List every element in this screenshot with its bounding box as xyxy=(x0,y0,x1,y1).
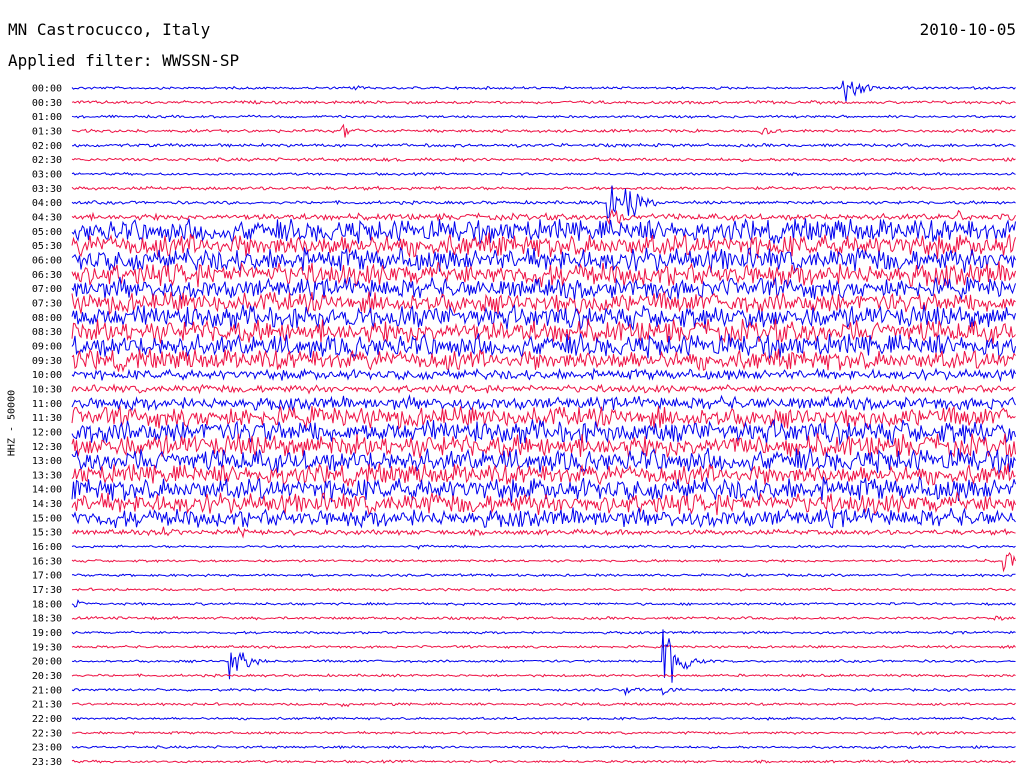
row-time-label: 08:00 xyxy=(32,313,62,324)
trace-line xyxy=(71,673,1016,678)
trace-line xyxy=(71,156,1016,163)
trace-line xyxy=(71,208,1016,226)
row-time-label: 22:00 xyxy=(32,714,62,725)
trace-line xyxy=(71,383,1016,395)
row-time-label: 07:00 xyxy=(32,284,62,295)
row-time-label: 10:30 xyxy=(32,384,62,395)
trace-line xyxy=(72,730,1016,736)
trace-line xyxy=(71,687,1016,697)
row-time-label: 10:00 xyxy=(32,370,62,381)
trace-line xyxy=(71,114,1016,119)
row-time-label: 20:30 xyxy=(32,671,62,682)
row-time-label: 12:00 xyxy=(32,427,62,438)
row-time-label: 03:30 xyxy=(32,184,62,195)
row-time-label: 01:00 xyxy=(32,112,62,123)
row-time-label: 14:30 xyxy=(32,499,62,510)
trace-line xyxy=(71,644,1016,650)
row-time-label: 18:30 xyxy=(32,614,62,625)
trace-line xyxy=(71,599,1016,608)
trace-line xyxy=(71,218,1016,245)
row-time-label: 08:30 xyxy=(32,327,62,338)
row-time-label: 01:30 xyxy=(32,126,62,137)
row-time-label: 22:30 xyxy=(32,728,62,739)
trace-line xyxy=(71,572,1016,578)
row-time-label: 05:30 xyxy=(32,241,62,252)
trace-line xyxy=(71,185,1016,191)
trace-line xyxy=(71,418,1016,446)
row-time-label: 00:30 xyxy=(32,98,62,109)
row-time-label: 05:00 xyxy=(32,227,62,238)
trace-line xyxy=(71,394,1016,412)
trace-line xyxy=(71,587,1016,592)
row-time-label: 12:30 xyxy=(32,442,62,453)
trace-line xyxy=(71,702,1016,708)
row-time-label: 15:00 xyxy=(32,513,62,524)
row-time-label: 23:00 xyxy=(32,743,62,754)
trace-line xyxy=(71,260,1016,288)
row-time-label: 16:30 xyxy=(32,556,62,567)
seismogram-plot: 00:00 00:30 01:00 01:30 02:00 02:30 03:00 03:30… xyxy=(32,80,1016,768)
row-time-label: 04:30 xyxy=(32,212,62,223)
trace-line xyxy=(71,759,1016,764)
trace-line xyxy=(71,552,1016,573)
row-time-label: 02:30 xyxy=(32,155,62,166)
trace-line xyxy=(71,123,1016,138)
row-time-label: 06:00 xyxy=(32,255,62,266)
trace-line xyxy=(71,171,1016,177)
trace-line xyxy=(71,99,1016,105)
row-time-label: 14:00 xyxy=(32,485,62,496)
trace-line xyxy=(72,142,1016,148)
row-time-label: 21:30 xyxy=(32,700,62,711)
row-time-label: 09:00 xyxy=(32,341,62,352)
row-time-label: 11:00 xyxy=(32,399,62,410)
row-time-label: 18:00 xyxy=(32,599,62,610)
row-time-label: 15:30 xyxy=(32,528,62,539)
row-time-label: 09:30 xyxy=(32,356,62,367)
row-time-label: 19:00 xyxy=(32,628,62,639)
row-time-label: 03:00 xyxy=(32,169,62,180)
row-time-label: 07:30 xyxy=(32,298,62,309)
trace-line xyxy=(71,525,1016,539)
trace-line xyxy=(71,185,1016,220)
trace-line xyxy=(71,246,1016,274)
trace-line xyxy=(71,80,1016,102)
row-time-label: 17:30 xyxy=(32,585,62,596)
row-time-label: 06:30 xyxy=(32,270,62,281)
trace-line xyxy=(71,348,1016,373)
row-time-label: 21:00 xyxy=(32,685,62,696)
trace-line xyxy=(71,630,1016,635)
row-time-label: 23:30 xyxy=(32,757,62,768)
trace-line xyxy=(71,475,1016,503)
trace-line xyxy=(71,491,1016,516)
row-time-label: 00:00 xyxy=(32,84,62,95)
row-time-label: 13:30 xyxy=(32,470,62,481)
trace-line xyxy=(71,367,1016,383)
row-time-label: 04:00 xyxy=(32,198,62,209)
trace-line xyxy=(71,544,1016,550)
trace-line xyxy=(71,615,1016,621)
trace-line xyxy=(71,745,1016,750)
row-time-label: 17:00 xyxy=(32,571,62,582)
row-time-label: 13:00 xyxy=(32,456,62,467)
trace-line xyxy=(71,716,1016,721)
row-time-label: 16:00 xyxy=(32,542,62,553)
row-time-label: 19:30 xyxy=(32,642,62,653)
row-time-label: 11:30 xyxy=(32,413,62,424)
row-time-label: 20:00 xyxy=(32,657,62,668)
row-time-label: 02:00 xyxy=(32,141,62,152)
